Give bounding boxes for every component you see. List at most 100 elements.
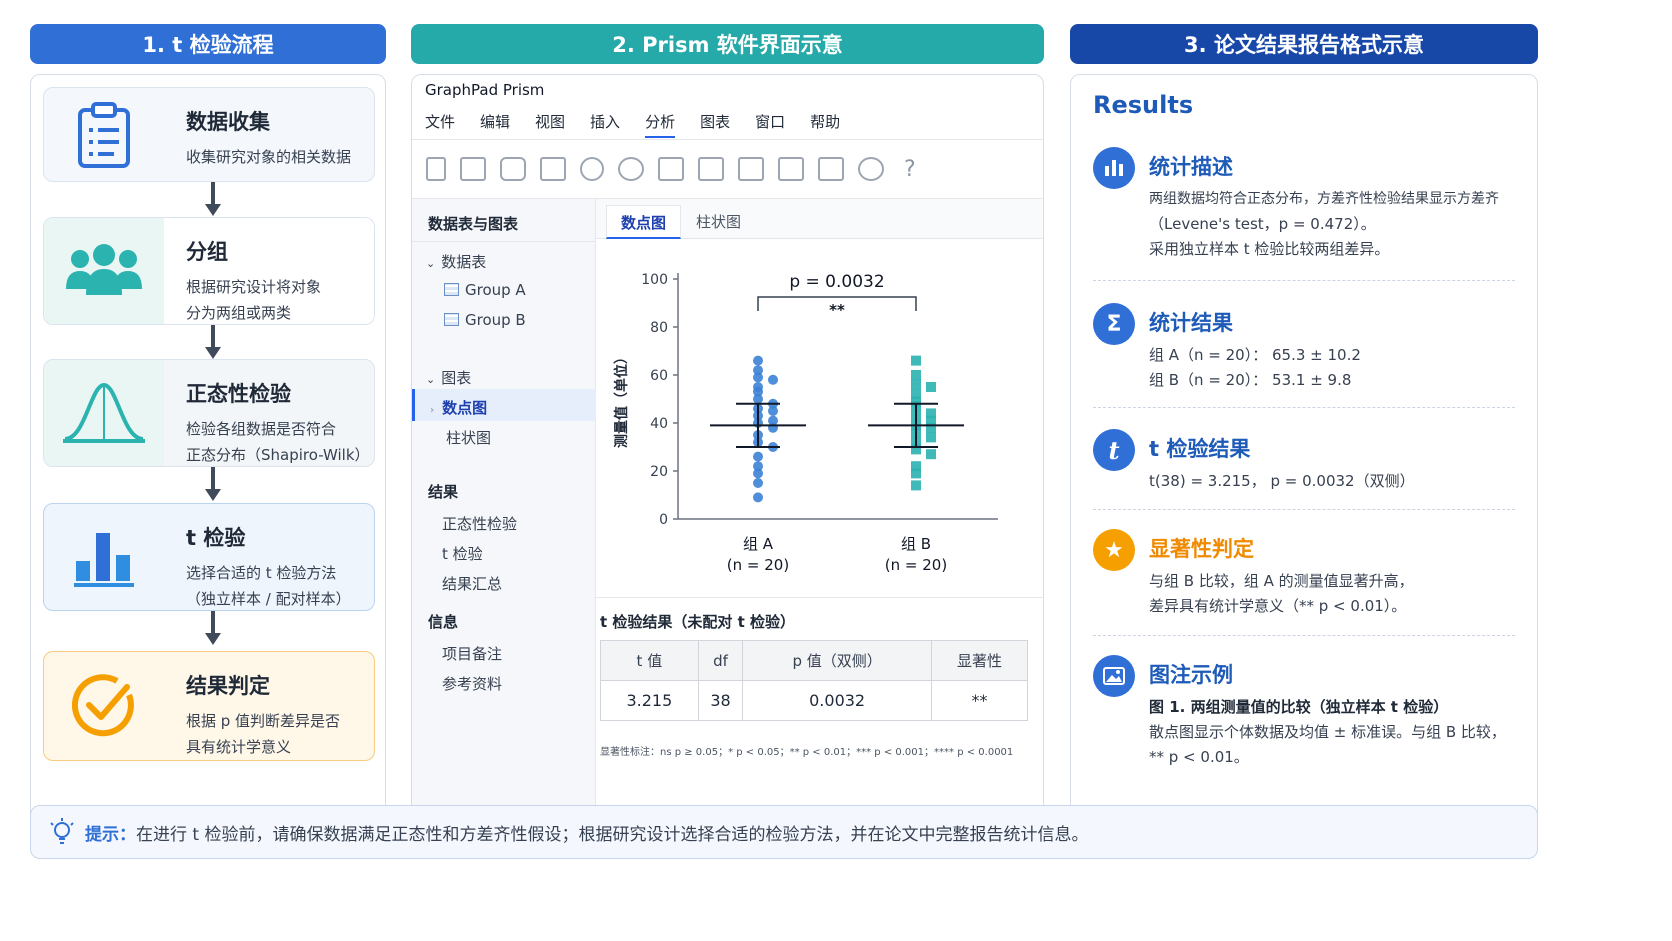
table-icon[interactable] [658,157,684,181]
data-point [926,432,936,443]
sidebar-data-tables[interactable]: ⌄ 数据表 [426,251,486,272]
bell-curve-icon [44,360,164,466]
section-descriptive: 统计描述 两组数据均符合正态分布，方差齐性检验结果显示方差齐 （Levene's … [1093,147,1513,258]
table-cell-p: 0.0032 [742,680,932,721]
step-title: 数据收集 [186,110,270,134]
y-tick-label: 60 [650,368,668,384]
data-point [753,451,763,462]
menu-insert[interactable]: 插入 [590,111,620,138]
section-title: 显著性判定 [1149,537,1254,561]
section-body: 与组 B 比较，组 A 的测量值显著升高， 差异具有统计学意义（** p < 0.… [1149,572,1414,615]
app-title: GraphPad Prism [425,81,545,99]
step-data-collection: 数据收集 收集研究对象的相关数据 [43,87,375,182]
table-header-df: df [697,640,744,681]
format-icon[interactable] [818,157,844,181]
data-point [911,480,921,491]
t-icon: t [1093,429,1135,471]
sigma-icon: Σ [1093,303,1135,345]
step-desc: 检验各组数据是否符合 正态分布（Shapiro-Wilk） [186,420,370,464]
data-point [926,422,936,433]
menu-window[interactable]: 窗口 [755,111,785,138]
arrow-down-icon [205,325,221,359]
sidebar-graphs[interactable]: ⌄ 图表 [426,367,471,388]
sidebar-item-group-a[interactable]: Group A [444,281,526,299]
prism-window: GraphPad Prism 文件 编辑 视图 插入 分析 图表 窗口 帮助 ? [411,74,1044,839]
image-icon [1093,655,1135,697]
chevron-right-icon: › [430,405,435,416]
step-desc: 选择合适的 t 检验方法 （独立样本 / 配对样本） [186,564,351,608]
data-point [911,355,921,366]
section-figure-legend: 图注示例 图 1. 两组测量值的比较（独立样本 t 检验） 散点图显示个体数据及均… [1093,655,1513,775]
navigator-sidebar: 数据表与图表 ⌄ 数据表 Group A Group B ⌄ 图表 › 数点图 柱状图… [412,199,596,838]
toolbar: ? [412,139,1043,199]
section-significance: ★ 显著性判定 与组 B 比较，组 A 的测量值显著升高， 差异具有统计学意义（*… [1093,529,1513,625]
y-tick-label: 100 [641,272,668,288]
help-icon[interactable]: ? [904,157,916,182]
layout-icon[interactable] [778,157,804,181]
header-workflow: 1. t 检验流程 [30,24,386,64]
menu-view[interactable]: 视图 [535,111,565,138]
sidebar-item-normality[interactable]: 正态性检验 [442,513,517,534]
header-prism: 2. Prism 软件界面示意 [411,24,1044,64]
step-title: 分组 [186,240,228,264]
export-icon[interactable] [540,157,566,181]
undo-icon[interactable] [580,157,604,181]
x-category-n-label: (n = 20) [727,556,789,574]
section-body: t(38) = 3.215， p = 0.0032（双侧） [1149,472,1415,490]
data-point [753,372,763,383]
step-desc: 根据研究设计将对象 分为两组或两类 [186,278,322,322]
bar-graph-icon[interactable] [698,157,724,181]
lightbulb-icon [50,818,74,844]
save-icon[interactable] [460,157,486,181]
data-point [911,370,921,380]
result-table: t 值 df p 值（双侧） 显著性 3.215 38 0.0032 ** [600,640,1029,721]
new-file-icon[interactable] [426,157,446,181]
menu-chart[interactable]: 图表 [700,111,730,138]
header-results: 3. 论文结果报告格式示意 [1070,24,1538,64]
section-t-test: t t 检验结果 t(38) = 3.215， p = 0.0032（双侧） [1093,429,1513,509]
menu-file[interactable]: 文件 [425,111,455,138]
sidebar-item-notes[interactable]: 项目备注 [442,643,502,664]
step-grouping: 分组 根据研究设计将对象 分为两组或两类 [43,217,375,325]
y-tick-label: 80 [650,320,668,336]
step-result-judgement: 结果判定 根据 p 值判断差异是否 具有统计学意义 [43,651,375,761]
y-tick-label: 20 [650,464,668,480]
menu-analyze[interactable]: 分析 [645,111,676,138]
tab-scatter[interactable]: 数点图 [606,205,682,239]
analyze-icon[interactable] [618,157,644,181]
sidebar-header: 数据表与图表 [428,215,519,233]
sidebar-info: 信息 [428,613,459,631]
sidebar-item-group-b[interactable]: Group B [444,311,526,329]
x-category-label: 组 B [901,535,931,553]
arrow-down-icon [205,467,221,501]
check-circle-icon [44,652,164,760]
sidebar-item-t-test[interactable]: t 检验 [442,543,483,564]
menu-bar: 文件 编辑 视图 插入 分析 图表 窗口 帮助 [425,111,865,138]
step-title: t 检验 [186,526,246,550]
tab-bar[interactable]: 柱状图 [682,205,755,239]
print-icon[interactable] [500,157,526,181]
menu-edit[interactable]: 编辑 [480,111,510,138]
scatter-graph-icon[interactable] [738,157,764,181]
menu-help[interactable]: 帮助 [810,111,840,138]
table-cell-sig: ** [930,680,1029,721]
settings-icon[interactable] [858,157,884,181]
section-title: 统计结果 [1149,311,1233,335]
section-title: t 检验结果 [1149,437,1251,461]
graph-tabs: 数点图 柱状图 [596,199,1043,239]
arrow-down-icon [205,611,221,645]
data-point [911,379,921,390]
data-point [768,422,778,433]
sidebar-item-references[interactable]: 参考资料 [442,673,502,694]
data-point [926,382,936,392]
chevron-down-icon: ⌄ [426,373,436,386]
page: 1. t 检验流程 2. Prism 软件界面示意 3. 论文结果报告格式示意 … [0,0,1672,941]
data-point [768,374,778,385]
sidebar-item-summary[interactable]: 结果汇总 [442,573,502,594]
table-header-sig: 显著性 [930,640,1029,681]
table-icon [444,283,459,296]
data-point [911,468,921,479]
sidebar-item-scatter[interactable]: › 数点图 [430,397,487,418]
sidebar-item-bar[interactable]: 柱状图 [446,427,491,448]
section-statistics: Σ 统计结果 组 A（n = 20）： 65.3 ± 10.2 组 B（n = 2… [1093,303,1513,393]
